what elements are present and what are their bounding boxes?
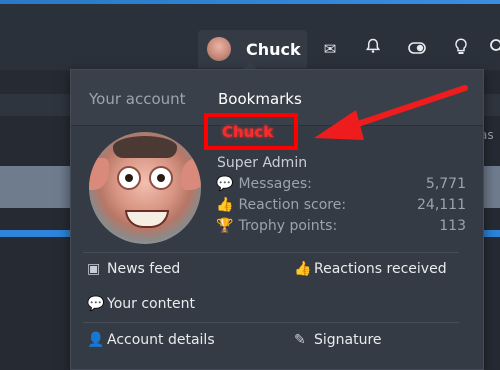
link-news-feed[interactable]: ▣ News feed: [87, 261, 180, 277]
comment-icon: 💬: [87, 296, 105, 312]
stat-label: Trophy points:: [238, 218, 338, 234]
link-signature[interactable]: ✎ Signature: [294, 332, 382, 348]
avatar-eye-right: [149, 166, 173, 190]
link-reactions-received[interactable]: 👍 Reactions received: [294, 261, 447, 277]
link-label: Account details: [107, 332, 215, 348]
tab-bookmarks[interactable]: Bookmarks: [218, 90, 302, 108]
stat-messages: 💬 Messages: 5,771: [216, 176, 466, 196]
user-role: Super Admin: [217, 155, 308, 171]
avatar-mouth: [125, 210, 169, 228]
link-label: Your content: [107, 296, 195, 312]
menu-divider: [83, 322, 459, 323]
comments-icon: 💬: [216, 176, 234, 192]
stat-trophy-points: 🏆 Trophy points: 113: [216, 218, 466, 238]
stat-label: Messages:: [238, 176, 312, 192]
highlighted-username-box: Chuck: [204, 113, 298, 150]
thumbs-up-icon: 👍: [216, 197, 234, 213]
link-label: Reactions received: [314, 261, 447, 277]
lightbulb-icon[interactable]: [450, 38, 472, 60]
link-account-details[interactable]: 👤 Account details: [87, 332, 215, 348]
menu-divider: [83, 252, 459, 253]
rss-icon: ▣: [87, 261, 101, 277]
stat-value: 24,111: [417, 197, 466, 213]
avatar-hair: [113, 136, 177, 158]
trophy-icon: 🏆: [216, 218, 234, 234]
thumbs-up-icon: 👍: [294, 261, 312, 277]
header-username: Chuck: [246, 40, 301, 59]
avatar-ear-left: [89, 158, 109, 190]
stat-value: 5,771: [425, 176, 466, 192]
avatar-eye-left: [117, 166, 141, 190]
profile-username[interactable]: Chuck: [222, 123, 273, 141]
search-icon[interactable]: [486, 38, 500, 60]
account-dropdown: Your account Bookmarks Chuck Super Admin…: [70, 69, 484, 370]
bell-icon[interactable]: [362, 38, 384, 60]
profile-avatar[interactable]: [89, 132, 201, 244]
link-label: News feed: [107, 261, 181, 277]
user-avatar-small: [207, 37, 231, 61]
stat-label: Reaction score:: [238, 197, 347, 213]
tab-your-account[interactable]: Your account: [89, 90, 186, 108]
user-icon: 👤: [87, 332, 105, 348]
toggle-style-icon[interactable]: [406, 38, 428, 60]
avatar-ear-right: [181, 158, 201, 190]
link-label: Signature: [314, 332, 382, 348]
link-your-content[interactable]: 💬 Your content: [87, 296, 195, 312]
stat-reaction-score: 👍 Reaction score: 24,111: [216, 197, 466, 217]
stat-value: 113: [439, 218, 466, 234]
pen-icon: ✎: [294, 332, 306, 348]
envelope-icon[interactable]: ✉: [319, 38, 341, 60]
